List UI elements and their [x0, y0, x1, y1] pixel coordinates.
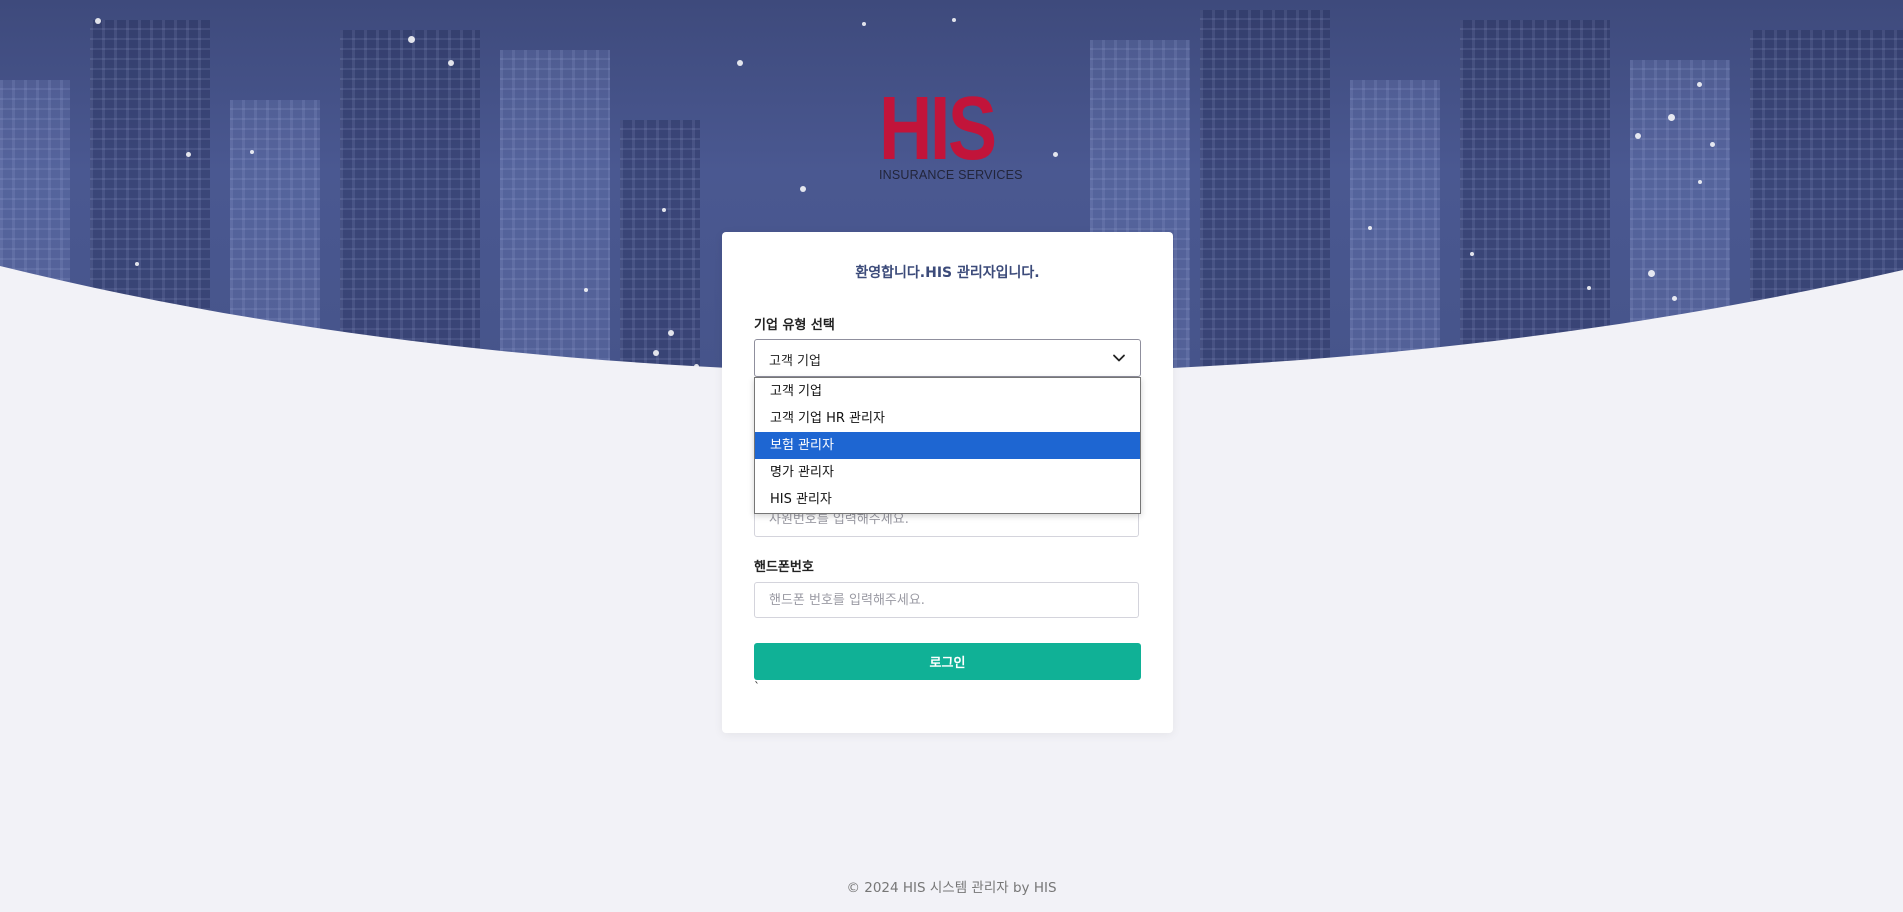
dropdown-option[interactable]: 명가 관리자	[755, 459, 1140, 486]
company-type-dropdown-list: 고객 기업 고객 기업 HR 관리자 보험 관리자 명가 관리자 HIS 관리자	[754, 377, 1141, 514]
dropdown-option[interactable]: 고객 기업 HR 관리자	[755, 405, 1140, 432]
phone-label: 핸드폰번호	[754, 560, 814, 575]
dropdown-option[interactable]: 보험 관리자	[755, 432, 1140, 459]
company-type-label: 기업 유형 선택	[754, 318, 835, 333]
his-logo: HIS INSURANCE SERVICES	[879, 79, 1022, 186]
login-button[interactable]: 로그인	[754, 643, 1141, 680]
footer-copyright: © 2024 HIS 시스템 관리자 by HIS	[846, 880, 1057, 896]
company-type-selected-value: 고객 기업	[769, 354, 821, 369]
stray-text: `	[754, 680, 760, 694]
login-page: HIS INSURANCE SERVICES 환영합니다.HIS 관리자입니다.…	[0, 0, 1903, 912]
dropdown-option[interactable]: HIS 관리자	[755, 486, 1140, 513]
welcome-message: 환영합니다.HIS 관리자입니다.	[855, 265, 1040, 281]
logo-mark: HIS	[879, 79, 997, 179]
dropdown-option[interactable]: 고객 기업	[755, 378, 1140, 405]
chevron-down-icon	[1113, 354, 1125, 362]
phone-input[interactable]	[754, 582, 1139, 618]
company-type-select[interactable]: 고객 기업	[754, 339, 1141, 377]
